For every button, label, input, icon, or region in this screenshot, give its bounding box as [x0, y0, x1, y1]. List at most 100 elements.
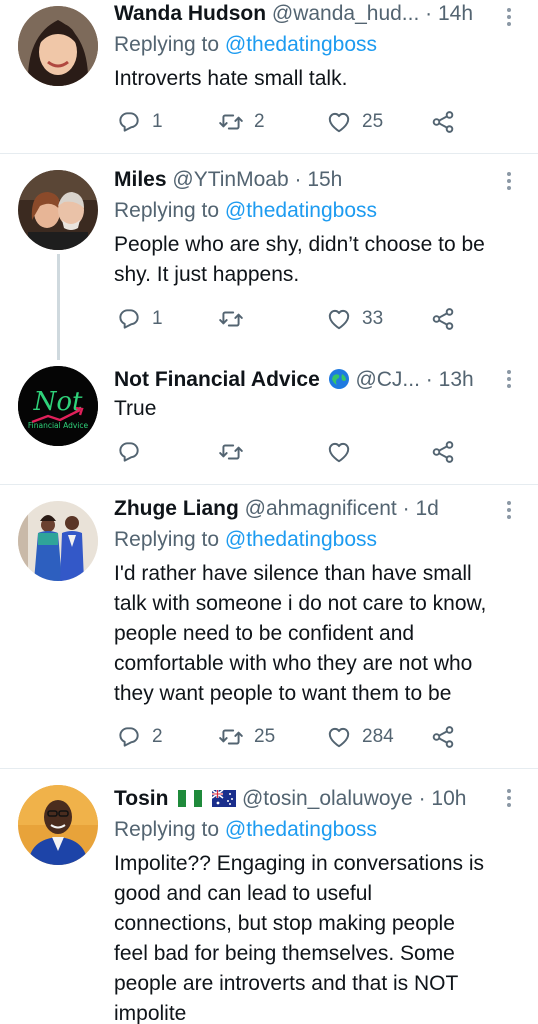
tweet-text: True [114, 394, 514, 424]
avatar-logo-subtext: Financial Advice [28, 421, 89, 430]
like-button[interactable]: 25 [326, 108, 383, 136]
share-icon [430, 306, 456, 332]
replying-to-label: Replying to [114, 199, 220, 222]
tweet-header: Zhuge Liang @ahmagnificent · 1d [114, 495, 498, 523]
tweet-text-line: talk with someone i do not care to know, [114, 592, 487, 615]
replying-to: Replying to @thedatingboss [114, 197, 377, 225]
mention-link[interactable]: @thedatingboss [225, 199, 377, 222]
separator: · [425, 2, 433, 25]
tweet-text-line: shy. It just happens. [114, 263, 300, 286]
timestamp[interactable]: 14h [438, 2, 473, 25]
thread-line [57, 254, 60, 360]
user-name[interactable]: Miles [114, 168, 167, 191]
retweet-icon [218, 724, 244, 750]
share-button[interactable] [430, 305, 456, 333]
reply-button[interactable]: 2 [116, 723, 163, 751]
mention-link[interactable]: @thedatingboss [225, 528, 377, 551]
reply-count: 1 [152, 111, 163, 132]
avatar[interactable] [18, 501, 98, 581]
share-button[interactable] [430, 438, 456, 466]
tweet[interactable]: Miles @YTinMoab · 15h Replying to @theda… [0, 154, 538, 360]
user-name[interactable]: Tosin [114, 787, 168, 810]
avatar[interactable]: Not Financial Advice [18, 366, 98, 446]
tweet-header: Not Financial Advice @CJ... · 13h [114, 366, 498, 394]
user-name[interactable]: Zhuge Liang [114, 497, 239, 520]
mention-link[interactable]: @thedatingboss [225, 33, 377, 56]
retweet-button[interactable]: 2 [218, 108, 265, 136]
more-options-icon[interactable] [506, 499, 512, 521]
tweet-text: Impolite?? Engaging in conversations is … [114, 849, 514, 1024]
tweet-text: I'd rather have silence than have small … [114, 559, 514, 709]
avatar[interactable] [18, 170, 98, 250]
australia-flag-icon [212, 790, 237, 807]
reply-icon [116, 439, 142, 465]
tweet-header: Wanda Hudson @wanda_hud... · 14h [114, 0, 498, 28]
more-options-icon[interactable] [506, 170, 512, 192]
share-icon [430, 109, 456, 135]
user-handle[interactable]: @ahmagnificent [245, 497, 397, 520]
mention-link[interactable]: @thedatingboss [225, 818, 377, 841]
retweet-icon [218, 439, 244, 465]
tweet-text-line: comfortable with who they are not who [114, 652, 473, 675]
avatar[interactable] [18, 6, 98, 86]
reply-button[interactable] [116, 438, 152, 466]
tweet-actions [114, 438, 474, 466]
retweet-button[interactable] [218, 438, 254, 466]
separator: · [402, 497, 410, 520]
tweet[interactable]: Not Financial Advice Not Financial Advic… [0, 360, 538, 484]
nigeria-flag-icon [178, 790, 203, 807]
share-button[interactable] [430, 723, 456, 751]
retweet-count: 2 [254, 111, 265, 132]
like-button[interactable]: 284 [326, 723, 394, 751]
retweet-button[interactable]: 25 [218, 723, 275, 751]
share-icon [430, 439, 456, 465]
tweet-actions: 2 25 284 [114, 723, 474, 751]
tweet[interactable]: Wanda Hudson @wanda_hud... · 14h Replyin… [0, 0, 538, 153]
tweet-text-line: connections, but stop making people [114, 912, 455, 935]
tweet-header: Miles @YTinMoab · 15h [114, 166, 498, 194]
more-options-icon[interactable] [506, 368, 512, 390]
avatar[interactable] [18, 785, 98, 865]
user-handle[interactable]: @CJ... [355, 368, 420, 391]
heart-icon [326, 724, 352, 750]
share-icon [430, 724, 456, 750]
reply-count: 2 [152, 726, 163, 747]
tweet-text-line: I'd rather have silence than have small [114, 562, 472, 585]
separator: · [425, 368, 433, 391]
tweet-text-line: feel bad for being themselves. Some [114, 942, 455, 965]
like-button[interactable]: 33 [326, 305, 383, 333]
user-handle[interactable]: @YTinMoab [172, 168, 288, 191]
user-name[interactable]: Wanda Hudson [114, 2, 266, 25]
timestamp[interactable]: 13h [439, 368, 474, 391]
user-handle[interactable]: @tosin_olaluwoye [242, 787, 413, 810]
replying-to-label: Replying to [114, 528, 220, 551]
tweet-actions: 1 2 25 [114, 108, 474, 136]
user-name[interactable]: Not Financial Advice [114, 368, 320, 391]
retweet-icon [218, 306, 244, 332]
tweet-text-line: impolite [114, 1002, 187, 1024]
separator: · [418, 787, 426, 810]
reply-button[interactable]: 1 [116, 305, 163, 333]
timestamp[interactable]: 1d [415, 497, 438, 520]
tweet-text-line: they want people to want them to be [114, 682, 452, 705]
reply-button[interactable]: 1 [116, 108, 163, 136]
heart-icon [326, 306, 352, 332]
more-options-icon[interactable] [506, 6, 512, 28]
like-count: 284 [362, 726, 394, 747]
replying-to: Replying to @thedatingboss [114, 31, 377, 59]
tweet[interactable]: Tosin @tosin_olaluwoye · 10h Replying to… [0, 769, 538, 1024]
separator: · [294, 168, 302, 191]
timestamp[interactable]: 15h [307, 168, 342, 191]
retweet-count: 25 [254, 726, 276, 747]
user-handle[interactable]: @wanda_hud... [272, 2, 419, 25]
globe-icon [328, 369, 349, 389]
tweet-text-line: People who are shy, didn’t choose to be [114, 233, 485, 256]
tweet-actions: 1 33 [114, 305, 474, 333]
tweet[interactable]: Zhuge Liang @ahmagnificent · 1d Replying… [0, 485, 538, 768]
more-options-icon[interactable] [506, 787, 512, 809]
timestamp[interactable]: 10h [431, 787, 466, 810]
replying-to-label: Replying to [114, 33, 220, 56]
like-button[interactable] [326, 438, 362, 466]
share-button[interactable] [430, 108, 456, 136]
retweet-button[interactable] [218, 305, 254, 333]
